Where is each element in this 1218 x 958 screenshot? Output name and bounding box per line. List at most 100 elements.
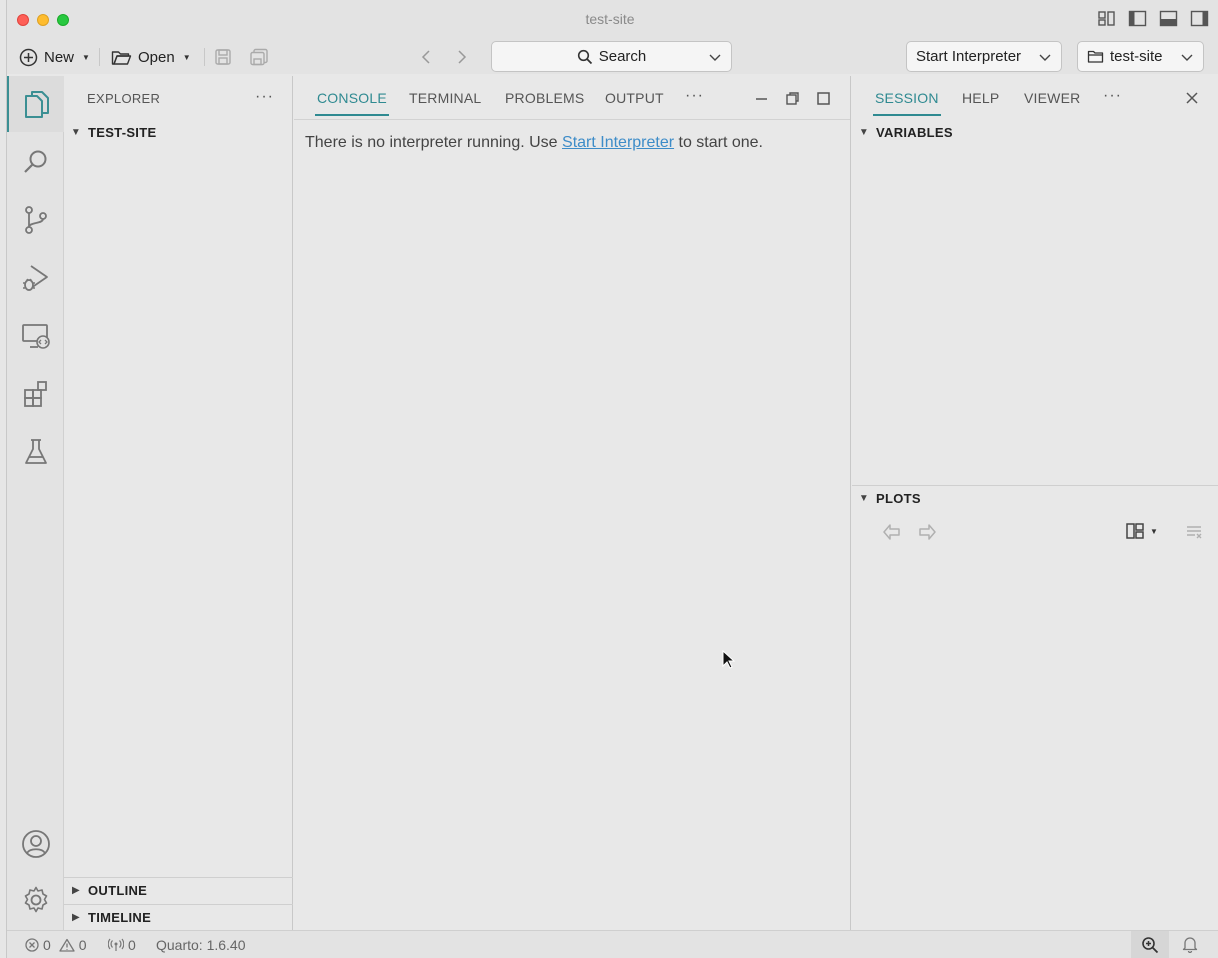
error-count: 0 [43,937,51,953]
restore-panel-icon[interactable] [785,91,800,106]
problems-status[interactable]: 0 0 [25,937,87,953]
next-plot-icon[interactable] [916,522,938,542]
more-tabs-icon[interactable]: ··· [685,87,704,105]
ports-status[interactable]: 0 [108,937,136,953]
open-button[interactable]: Open ▼ [111,45,191,69]
start-interpreter-select[interactable]: Start Interpreter [906,41,1062,72]
close-panel-icon[interactable] [1185,91,1199,105]
navigate-back-button[interactable] [419,45,433,69]
console-message-tail: to start one. [674,134,764,151]
explorer-root-folder[interactable]: ▼ TEST-SITE [64,119,293,145]
toolbar-divider [204,48,205,66]
chevron-down-icon: ▼ [858,126,870,138]
source-control-icon [24,206,47,234]
toggle-panel-icon[interactable] [1159,10,1178,27]
chevron-right-icon: ▶ [72,912,80,923]
folder-select[interactable]: test-site [1077,41,1204,72]
activity-testing[interactable] [7,424,64,480]
error-icon [25,938,39,952]
chevron-right-icon: ▶ [72,885,80,896]
more-actions-icon[interactable]: ··· [255,88,274,106]
timeline-section[interactable]: ▶ TIMELINE [64,904,293,930]
activity-run-debug[interactable] [7,250,64,306]
tab-help[interactable]: HELP [962,90,999,106]
activity-accounts[interactable] [7,816,64,872]
command-search-box[interactable]: Search [491,41,732,72]
explorer-title: EXPLORER [87,91,161,106]
plots-section[interactable]: ▼ PLOTS [852,485,1218,511]
plots-toolbar: ▼ [852,520,1218,550]
session-tabs: SESSION HELP VIEWER ··· [852,76,1218,120]
activity-remote-explorer[interactable] [7,308,64,364]
quarto-version[interactable]: Quarto: 1.6.40 [156,937,246,953]
save-all-button[interactable] [249,45,269,69]
console-message: There is no interpreter running. Use Sta… [305,134,763,152]
start-interpreter-label: Start Interpreter [916,48,1022,65]
search-icon [577,49,592,64]
warning-icon [59,938,75,952]
explorer-root-label: TEST-SITE [88,124,157,140]
tab-terminal[interactable]: TERMINAL [409,90,481,106]
start-interpreter-link[interactable]: Start Interpreter [562,134,674,151]
tab-session[interactable]: SESSION [873,90,941,116]
variables-section[interactable]: ▼ VARIABLES [852,119,1218,145]
search-label: Search [598,48,647,65]
save-button[interactable] [214,45,232,69]
maximize-panel-icon[interactable] [816,91,831,106]
plot-layout-button[interactable]: ▼ [1125,522,1158,540]
activity-extensions[interactable] [7,366,64,422]
broadcast-icon [108,938,124,951]
zoom-button[interactable] [1131,931,1169,958]
ports-count: 0 [128,937,136,953]
extensions-icon [23,381,47,407]
layout-controls [1097,10,1209,27]
activity-settings[interactable] [7,872,64,928]
new-button[interactable]: New ▼ [19,45,90,69]
toolbar-divider [99,48,100,66]
more-tabs-icon[interactable]: ··· [1103,87,1122,105]
activity-search[interactable] [7,134,64,190]
caret-down-icon: ▼ [182,52,191,62]
navigate-forward-button[interactable] [455,45,469,69]
notifications-button[interactable] [1182,936,1198,953]
explorer-sidebar: EXPLORER ··· ▼ TEST-SITE ▶ OUTLINE ▶ TIM… [64,76,293,930]
toggle-secondary-sidebar-icon[interactable] [1190,10,1209,27]
chevron-down-icon: ▼ [70,126,82,138]
tab-output[interactable]: OUTPUT [605,90,664,106]
status-bar: 0 0 0 Quarto: 1.6.40 [7,930,1218,958]
chevron-down-icon [1039,54,1051,61]
save-all-icon [250,48,268,66]
session-panel: SESSION HELP VIEWER ··· ▼ VARIABLES ▼ PL… [852,76,1218,930]
console-tabs: CONSOLE TERMINAL PROBLEMS OUTPUT ··· [294,76,850,120]
outline-label: OUTLINE [88,883,148,898]
caret-down-icon: ▼ [82,52,90,62]
chevron-down-icon [709,54,721,61]
chevron-left-icon [421,50,430,64]
run-debug-icon [22,265,48,291]
app-window: test-site New ▼ Open ▼ Search Start Inte… [6,0,1218,958]
previous-plot-icon[interactable] [881,522,903,542]
warning-count: 0 [78,937,87,953]
tab-problems[interactable]: PROBLEMS [505,90,584,106]
title-bar: test-site [7,0,1218,40]
activity-source-control[interactable] [7,192,64,248]
chevron-down-icon: ▼ [858,493,870,504]
outline-section[interactable]: ▶ OUTLINE [64,877,293,903]
clear-plots-icon[interactable] [1185,524,1203,540]
tab-viewer[interactable]: VIEWER [1024,90,1080,106]
minimize-panel-icon[interactable] [754,91,769,106]
tab-console[interactable]: CONSOLE [315,90,389,116]
console-message-text: There is no interpreter running. Use [305,134,563,151]
files-icon [24,91,49,118]
toolbar: New ▼ Open ▼ Search Start Interpreter te… [7,40,1218,74]
beaker-icon [24,439,47,464]
folder-label: test-site [1110,48,1163,65]
console-panel: CONSOLE TERMINAL PROBLEMS OUTPUT ··· The… [294,76,851,930]
customize-layout-icon[interactable] [1097,10,1116,27]
toggle-primary-sidebar-icon[interactable] [1128,10,1147,27]
activity-explorer[interactable] [7,76,64,132]
plots-label: PLOTS [876,491,921,506]
mouse-cursor-icon [722,650,736,669]
account-icon [21,830,50,858]
caret-down-icon: ▼ [1150,526,1158,536]
